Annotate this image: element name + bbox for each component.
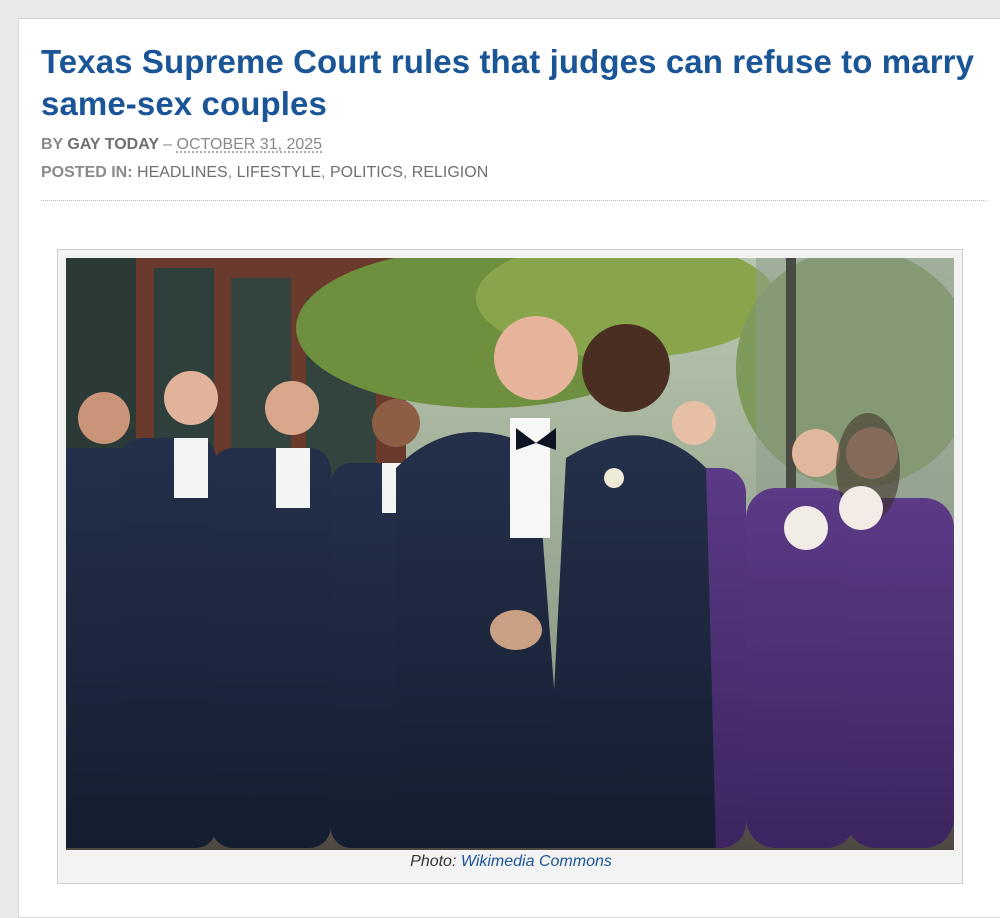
article-title: Texas Supreme Court rules that judges ca… — [41, 43, 975, 122]
groomsman-3 — [211, 381, 331, 848]
page: Texas Supreme Court rules that judges ca… — [18, 18, 1000, 918]
byline-prefix: BY — [41, 136, 63, 153]
wedding-photo-illustration — [66, 258, 954, 850]
posted-in: POSTED IN: HEADLINES, LIFESTYLE, POLITIC… — [41, 163, 991, 183]
caption-prefix: Photo: — [410, 853, 457, 870]
byline-separator: – — [163, 136, 173, 153]
article: Texas Supreme Court rules that judges ca… — [41, 41, 991, 201]
category-link-politics[interactable]: POLITICS — [330, 164, 403, 181]
category-link-lifestyle[interactable]: LIFESTYLE — [237, 164, 321, 181]
category-link-headlines[interactable]: HEADLINES — [137, 164, 228, 181]
category-separator: , — [321, 164, 330, 181]
byline: BY GAY TODAY – OCTOBER 31, 2025 — [41, 135, 991, 155]
posted-in-label: POSTED IN: — [41, 164, 133, 181]
post-date-link[interactable]: OCTOBER 31, 2025 — [177, 136, 323, 153]
category-separator: , — [402, 164, 412, 181]
wedding-photo[interactable] — [66, 258, 954, 850]
category-separator: , — [227, 164, 237, 181]
author-link[interactable]: GAY TODAY — [67, 136, 158, 153]
caption-source-link[interactable]: Wikimedia Commons — [461, 853, 612, 870]
article-figure: Photo: Wikimedia Commons — [57, 249, 963, 884]
divider — [41, 200, 986, 201]
photo-caption: Photo: Wikimedia Commons — [58, 853, 964, 871]
groomsman-2 — [121, 371, 218, 848]
category-link-religion[interactable]: RELIGION — [412, 164, 488, 181]
